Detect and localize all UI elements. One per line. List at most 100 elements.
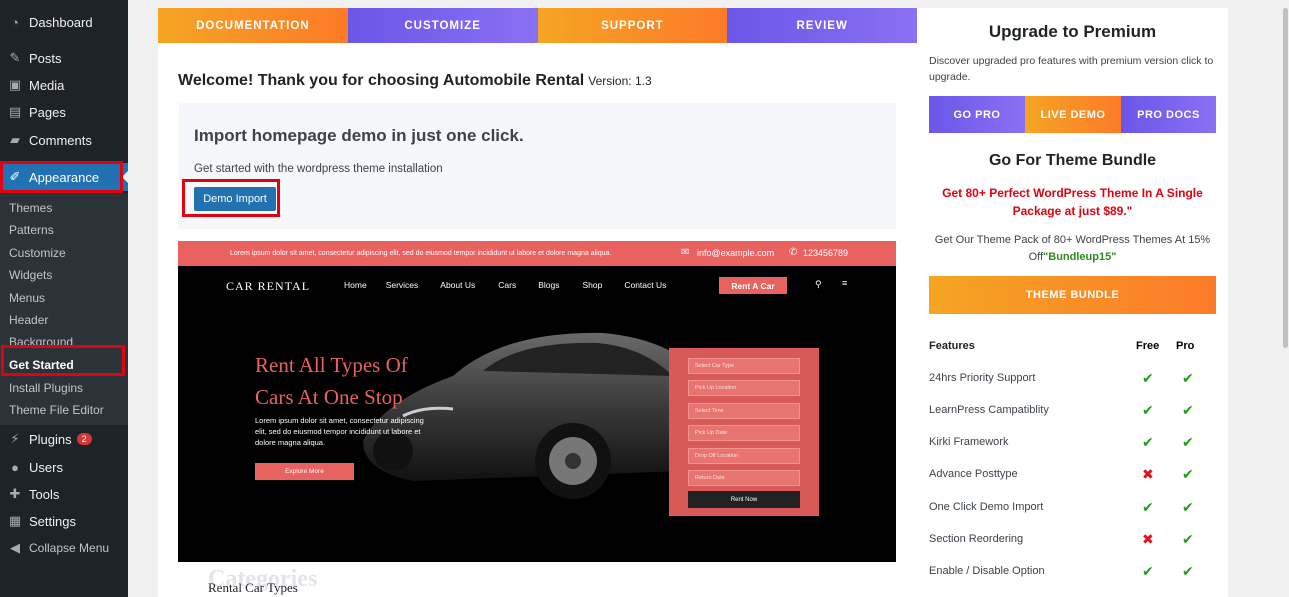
preview-topbar: Lorem ipsum dolor sit amet, consectetur … [178,241,896,266]
theme-bundle-button[interactable]: THEME BUNDLE [929,276,1216,314]
features-heading: Features [929,340,975,352]
form-field: Select Car Type [688,358,800,374]
feature-label: One Click Demo Import [929,501,1044,513]
feature-row: Section Reordering ✖ ✔ [929,523,1216,555]
preview-nav: CAR RENTAL Home Services About Us Cars B… [178,266,896,306]
version-label: Version: 1.3 [588,74,652,88]
hero-line: Cars At One Stop [255,385,403,409]
highlight-get-started [1,345,125,376]
menu-label: Plugins [29,431,72,447]
menu-comments[interactable]: ▰ Comments [0,127,128,153]
submenu-widgets[interactable]: Widgets [9,268,52,282]
submenu-install-plugins[interactable]: Install Plugins [9,381,83,395]
form-field-label: Drop Off Location [695,453,739,459]
preview-topbar-text: Lorem ipsum dolor sit amet, consectetur … [230,250,612,257]
form-field: Return Date [688,470,800,486]
menu-label: Posts [29,50,62,66]
categories-title: Rental Car Types [208,580,298,595]
feature-label: Section Reordering [929,533,1024,545]
premium-desc: Discover upgraded pro features with prem… [929,55,1214,83]
menu-plugins[interactable]: ⚡ Plugins 2 [0,426,128,452]
feature-row: Kirki Framework ✔ ✔ [929,426,1216,458]
update-badge: 2 [76,433,92,445]
live-demo-button[interactable]: LIVE DEMO [1025,96,1121,133]
tab-review[interactable]: REVIEW [727,8,917,43]
go-pro-button[interactable]: GO PRO [929,96,1025,133]
submenu-theme-file-editor[interactable]: Theme File Editor [9,403,104,417]
check-icon: ✔ [1182,530,1194,547]
menu-pages[interactable]: ▤ Pages [0,99,128,125]
check-icon: ✔ [1182,401,1194,418]
preview-email: info@example.com [697,248,775,258]
submenu-menus[interactable]: Menus [9,291,45,305]
feature-label: LearnPress Campatiblity [929,404,1049,416]
submenu-patterns[interactable]: Patterns [9,223,54,237]
preview-logo: CAR RENTAL [226,279,311,293]
preview-search-icon: ⚲ [815,279,822,289]
bundle-title: Go For Theme Bundle [988,152,1157,169]
submenu-themes[interactable]: Themes [9,201,52,215]
submenu-header[interactable]: Header [9,313,48,327]
menu-label: Users [29,459,63,475]
premium-panel: Upgrade to Premium Discover upgraded pro… [917,8,1289,597]
menu-label: Comments [29,132,92,148]
preview-nav-item: Cars [498,280,517,290]
media-icon: ▣ [8,77,22,92]
appearance-submenu: Themes Patterns Customize Widgets Menus … [0,193,128,425]
preview-nav-item: Services [385,280,419,290]
admin-sidebar: ◔ Dashboard ✎ Posts ▣ Media ▤ Pages ▰ Co… [0,0,128,597]
check-icon: ✔ [1182,433,1194,450]
plugin-icon: ⚡ [10,431,20,446]
feature-row: LearnPress Campatiblity ✔ ✔ [929,394,1216,426]
check-icon: ✔ [1142,562,1154,579]
pages-icon: ▤ [8,104,22,119]
form-field: Drop Off Location [688,448,800,464]
tab-documentation[interactable]: DOCUMENTATION [158,8,348,43]
tab-support[interactable]: SUPPORT [537,8,728,43]
feature-row: 24hrs Priority Support ✔ ✔ [929,362,1216,394]
check-icon: ✔ [1142,433,1154,450]
highlight-appearance [0,161,123,193]
feature-label: Kirki Framework [929,436,1009,448]
collapse-menu[interactable]: ◀ Collapse Menu [0,535,128,561]
phone-icon: ✆ [789,247,798,258]
form-field-label: Pick Up Location [695,385,737,391]
submenu-customize[interactable]: Customize [9,246,66,260]
form-field-label: Select Car Type [695,363,735,369]
preview-nav-item: Home [344,280,367,290]
premium-card: Upgrade to Premium Discover upgraded pro… [917,8,1228,597]
preview-nav-item: Shop [582,280,603,290]
check-icon: ✔ [1142,369,1154,386]
menu-settings[interactable]: ▦ Settings [0,508,128,534]
wrench-icon: ✚ [9,486,21,501]
form-field-label: Select Time [695,408,724,414]
menu-media[interactable]: ▣ Media [0,72,128,98]
form-field: Select Time [688,403,800,419]
menu-tools[interactable]: ✚ Tools [0,481,128,507]
feature-row: Advance Posttype ✖ ✔ [929,458,1216,490]
tab-customize[interactable]: CUSTOMIZE [347,8,538,43]
top-tabs: DOCUMENTATION CUSTOMIZE SUPPORT REVIEW [158,8,917,43]
theme-preview-image: Lorem ipsum dolor sit amet, consectetur … [178,241,896,562]
page-scrollbar[interactable] [1281,0,1289,597]
import-heading: Import homepage demo in just one click. [194,126,524,145]
theme-info-panel: DOCUMENTATION CUSTOMIZE SUPPORT REVIEW W… [158,8,917,597]
menu-users[interactable]: ● Users [0,454,128,480]
preview-nav-item: Contact Us [624,280,667,290]
preview-nav-item: Blogs [538,280,560,290]
check-icon: ✔ [1182,465,1194,482]
menu-dashboard[interactable]: ◔ Dashboard [0,9,128,35]
scrollbar-thumb[interactable] [1283,8,1288,348]
preview-phone: 123456789 [803,248,849,258]
bundle-offer: Get 80+ Perfect WordPress Theme In A Sin… [942,186,1203,218]
booking-form: Select Car Type Pick Up Location Select … [669,348,819,516]
comments-icon: ▰ [10,132,20,147]
feature-row: Enable / Disable Option ✔ ✔ [929,555,1216,587]
form-field: Pick Up Date [688,425,800,441]
menu-posts[interactable]: ✎ Posts [0,45,128,71]
feature-row: One Click Demo Import ✔ ✔ [929,491,1216,523]
pro-docs-button[interactable]: PRO DOCS [1121,96,1216,133]
check-icon: ✔ [1142,401,1154,418]
dashboard-icon: ◔ [11,14,19,30]
preview-menu: Home Services About Us Cars Blogs Shop C… [344,280,666,290]
